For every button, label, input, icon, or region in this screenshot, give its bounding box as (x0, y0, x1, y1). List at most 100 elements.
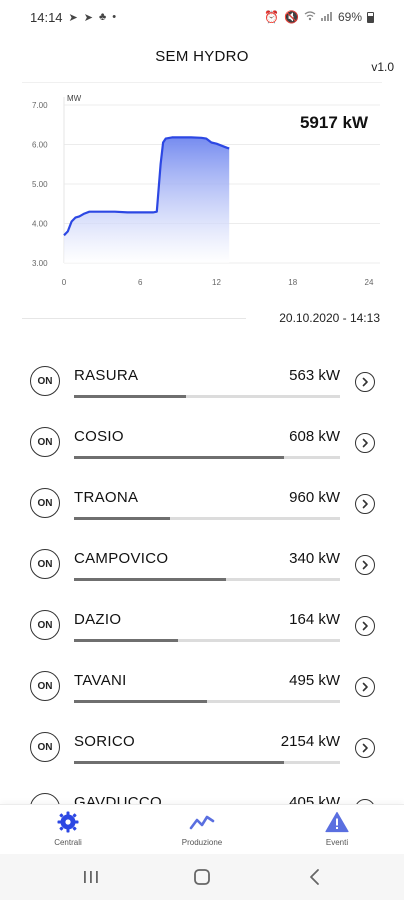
nav-label: Eventi (325, 838, 349, 847)
on-status-badge[interactable]: ON (30, 488, 60, 518)
production-chart: 7.00 6.00 5.00 4.00 3.00 MW 0 6 12 18 24 5917 kW (22, 82, 382, 300)
plant-details-button[interactable] (355, 433, 375, 453)
x-tick-label: 24 (365, 278, 374, 287)
plant-power: 164 kW (289, 611, 340, 628)
plant-power-bar (74, 517, 340, 520)
divider (22, 318, 246, 319)
plant-name: TAVANI (74, 672, 127, 689)
x-tick-label: 12 (212, 278, 221, 287)
plant-power: 563 kW (289, 367, 340, 384)
plant-power-bar-fill (74, 517, 170, 520)
plant-power: 960 kW (289, 489, 340, 506)
trend-icon (189, 815, 215, 830)
plant-power: 2154 kW (280, 733, 340, 750)
on-status-badge[interactable]: ON (30, 793, 60, 804)
plant-power: 340 kW (289, 550, 340, 567)
on-status-badge[interactable]: ON (30, 427, 60, 457)
plant-details-button[interactable] (355, 555, 375, 575)
on-status-badge[interactable]: ON (30, 732, 60, 762)
plant-row[interactable]: ON SORICO 2154 kW (0, 718, 404, 779)
battery-icon (367, 11, 374, 23)
bottom-navigation: Centrali Produzione Eventi (0, 804, 404, 854)
plant-power: 608 kW (289, 428, 340, 445)
x-tick-label: 0 (62, 278, 67, 287)
plant-power-bar-fill (74, 456, 285, 459)
page-title: SEM HYDRO (155, 48, 249, 65)
chevron-right-icon (362, 743, 368, 753)
plant-power-bar (74, 639, 340, 642)
nav-label: Centrali (54, 838, 82, 847)
plant-power-bar (74, 700, 340, 703)
battery-percent: 69% (337, 10, 362, 24)
current-power-value: 5917 kW (299, 113, 368, 132)
plant-name: CAMPOVICO (74, 550, 169, 567)
on-status-badge[interactable]: ON (30, 366, 60, 396)
plant-name: COSIO (74, 428, 124, 445)
plant-power: 405 kW (289, 794, 340, 804)
plant-power-bar (74, 578, 340, 581)
signal-icon (320, 10, 333, 24)
y-tick-label: 7.00 (32, 101, 48, 110)
y-tick-label: 4.00 (32, 220, 48, 229)
last-update-timestamp: 20.10.2020 - 14:13 (279, 311, 380, 325)
y-tick-label: 3.00 (32, 259, 48, 268)
back-icon (310, 869, 319, 885)
recent-apps-icon (84, 871, 98, 883)
plant-power-bar-fill (74, 639, 178, 642)
plant-details-button[interactable] (355, 372, 375, 392)
home-button[interactable] (189, 864, 215, 890)
recent-apps-button[interactable] (78, 864, 104, 890)
plant-details-button[interactable] (355, 616, 375, 636)
notification-icon: ♣ (98, 11, 107, 23)
chevron-right-icon (362, 682, 368, 692)
plant-name: SORICO (74, 733, 135, 750)
plant-power-bar-fill (74, 761, 285, 764)
warning-icon (325, 811, 349, 833)
plant-row[interactable]: ON TAVANI 495 kW (0, 657, 404, 718)
wifi-icon (304, 10, 316, 24)
plant-power-bar-fill (74, 700, 207, 703)
plant-power: 495 kW (289, 672, 340, 689)
plant-row[interactable]: ON CAMPOVICO 340 kW (0, 535, 404, 596)
nav-tab-centrali[interactable]: Centrali (8, 811, 128, 847)
nav-label: Produzione (181, 838, 223, 847)
y-axis-label: MW (67, 94, 82, 103)
plant-power-bar-fill (74, 395, 186, 398)
on-status-badge[interactable]: ON (30, 671, 60, 701)
plant-row[interactable]: ON GAVDUCCO 405 kW (0, 779, 404, 804)
on-status-badge[interactable]: ON (30, 549, 60, 579)
status-bar: 14:14 ➤ ➤ ♣ • ⏰ 🔇 69% (0, 0, 404, 34)
plant-list[interactable]: ON RASURA 563 kW ON COSIO 608 kW ON TRAONA 960 k… (0, 352, 404, 804)
telegram-icon: ➤ (68, 11, 78, 24)
chevron-right-icon (362, 499, 368, 509)
nav-tab-produzione[interactable]: Produzione (142, 811, 262, 847)
plant-power-bar (74, 761, 340, 764)
plant-details-button[interactable] (355, 494, 375, 514)
plant-row[interactable]: ON DAZIO 164 kW (0, 596, 404, 657)
plant-name: GAVDUCCO (74, 794, 162, 804)
status-time: 14:14 (30, 9, 63, 25)
plant-row[interactable]: ON COSIO 608 kW (0, 413, 404, 474)
plant-power-bar (74, 456, 340, 459)
plant-details-button[interactable] (355, 738, 375, 758)
chevron-right-icon (362, 377, 368, 387)
plant-details-button[interactable] (355, 677, 375, 697)
x-tick-label: 6 (138, 278, 143, 287)
app-header: SEM HYDRO v1.0 (0, 34, 404, 82)
back-button[interactable] (302, 864, 328, 890)
system-navigation-bar (0, 854, 404, 900)
chevron-right-icon (362, 560, 368, 570)
plant-row[interactable]: ON RASURA 563 kW (0, 352, 404, 413)
plant-name: RASURA (74, 367, 139, 384)
on-status-badge[interactable]: ON (30, 610, 60, 640)
plant-row[interactable]: ON TRAONA 960 kW (0, 474, 404, 535)
home-icon (194, 869, 210, 885)
y-tick-label: 5.00 (32, 180, 48, 189)
mute-icon: 🔇 (284, 10, 299, 24)
telegram-icon: ➤ (83, 11, 93, 24)
version-label: v1.0 (371, 60, 394, 74)
nav-tab-eventi[interactable]: Eventi (277, 811, 397, 847)
plant-power-bar-fill (74, 578, 226, 581)
y-tick-label: 6.00 (32, 141, 48, 150)
production-area (64, 137, 230, 263)
